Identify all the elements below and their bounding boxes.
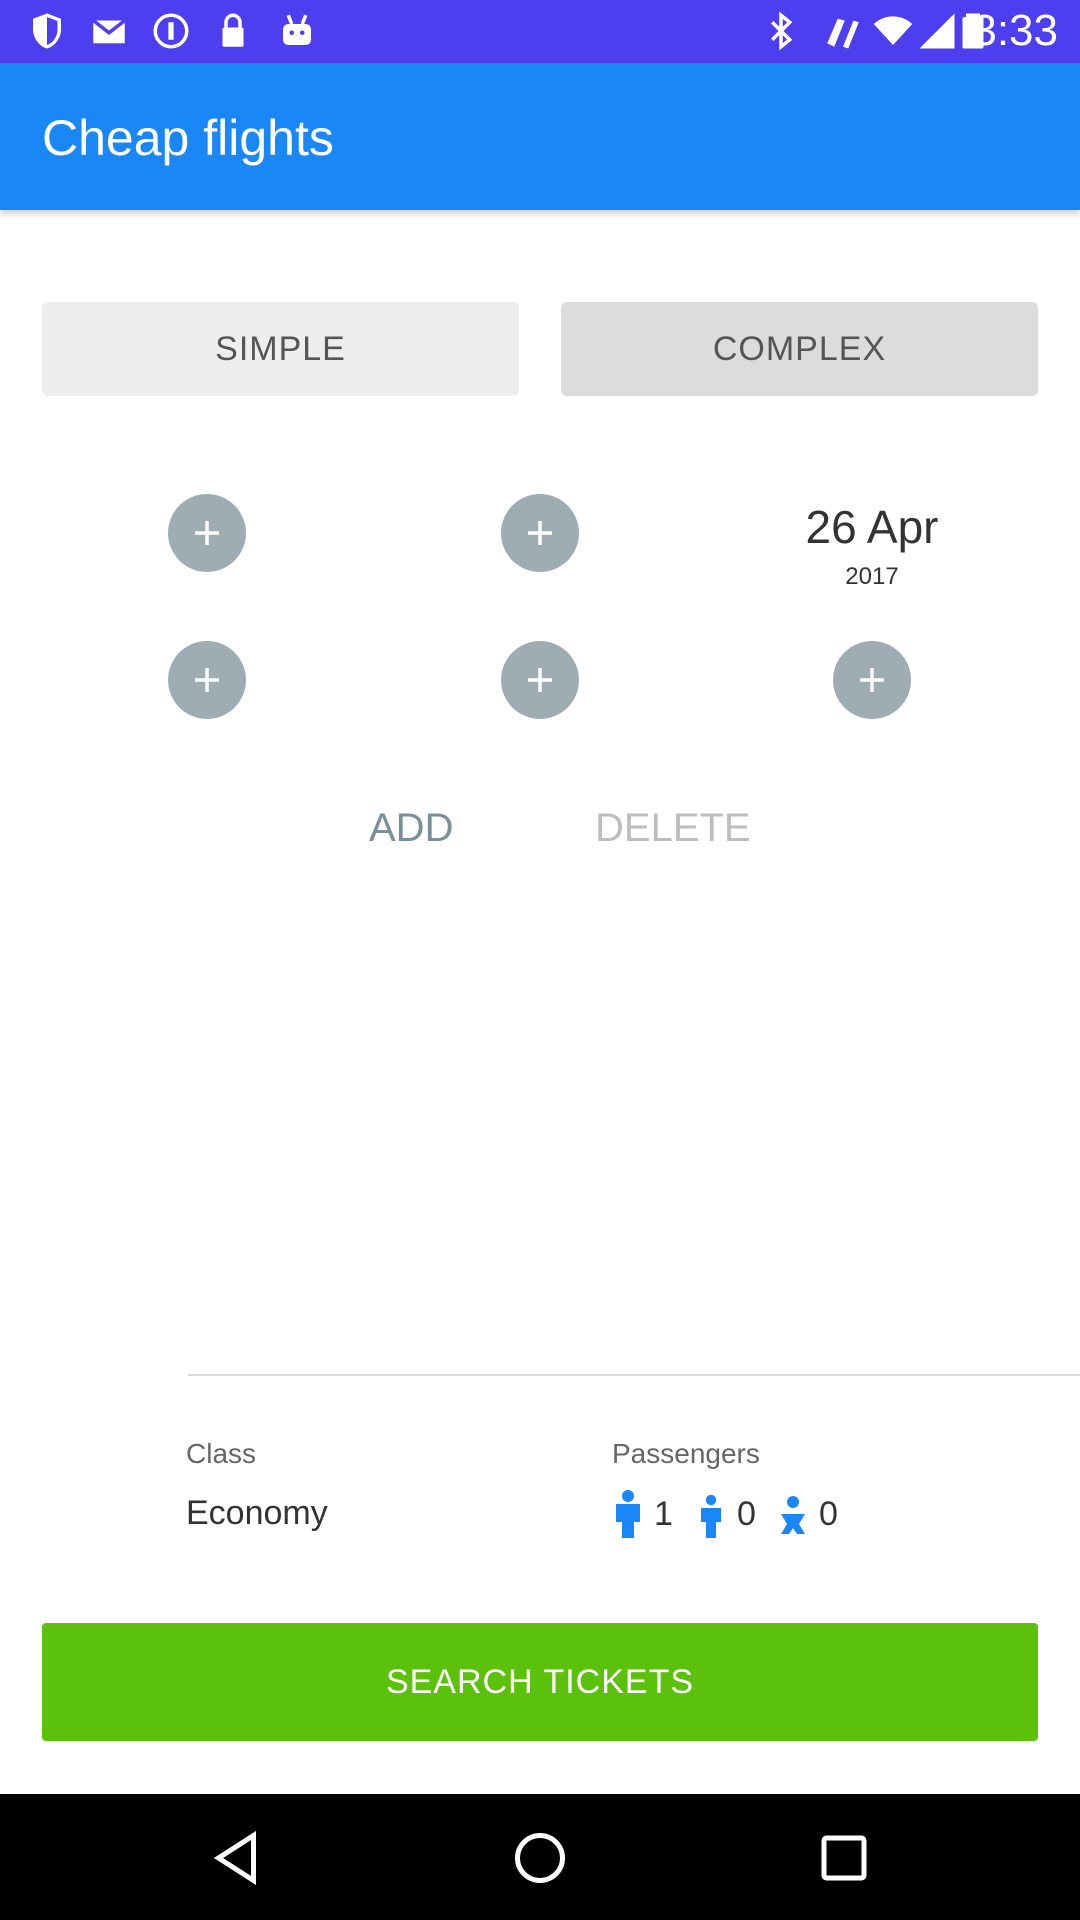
wifi-icon (873, 16, 913, 45)
app-bar: Cheap flights (0, 63, 1080, 210)
plus-icon (528, 521, 552, 545)
home-icon[interactable] (510, 1828, 570, 1888)
complex-mode-button[interactable]: COMPLEX (561, 302, 1038, 396)
class-label: Class (186, 1438, 257, 1469)
infant-icon (781, 1496, 805, 1534)
child-icon (701, 1494, 721, 1538)
status-bar: 3:33 (0, 0, 1080, 63)
passengers-label: Passengers (612, 1438, 760, 1469)
adult-passengers[interactable]: 1 (612, 1490, 673, 1538)
lock-icon (222, 13, 244, 47)
back-icon[interactable] (206, 1828, 266, 1888)
child-passengers[interactable]: 0 (695, 1490, 756, 1538)
bluetooth-icon (771, 11, 793, 51)
add-origin-button[interactable] (168, 494, 246, 572)
app-title: Cheap flights (42, 110, 334, 166)
departure-date-year[interactable]: 2017 (772, 563, 972, 591)
simple-mode-button[interactable]: SIMPLE (42, 302, 519, 396)
add-flight-button[interactable]: ADD (369, 806, 453, 851)
adult-count: 1 (654, 1494, 673, 1533)
android-icon (283, 14, 311, 45)
infant-passengers[interactable]: 0 (777, 1490, 838, 1538)
search-tickets-button[interactable]: SEARCH TICKETS (42, 1623, 1038, 1741)
navigation-bar (0, 1794, 1080, 1920)
plus-icon (195, 521, 219, 545)
plus-icon (860, 668, 884, 692)
vibrate-icon (827, 18, 859, 49)
clock: 3:33 (972, 6, 1058, 55)
shield-icon (33, 13, 61, 49)
add-origin-button-2[interactable] (168, 641, 246, 719)
add-date-button-2[interactable] (833, 641, 911, 719)
class-select[interactable]: Economy (186, 1494, 328, 1533)
plus-icon (195, 668, 219, 692)
recents-icon[interactable] (814, 1828, 874, 1888)
mail-icon (92, 19, 126, 44)
delete-flight-button[interactable]: DELETE (595, 806, 751, 851)
child-count: 0 (737, 1494, 756, 1533)
add-destination-button[interactable] (501, 494, 579, 572)
info-icon (153, 13, 189, 49)
plus-icon (528, 668, 552, 692)
infant-count: 0 (819, 1494, 838, 1533)
add-destination-button-2[interactable] (501, 641, 579, 719)
adult-icon (616, 1490, 640, 1538)
divider (188, 1374, 1080, 1376)
departure-date-day[interactable]: 26 Apr (772, 500, 972, 554)
